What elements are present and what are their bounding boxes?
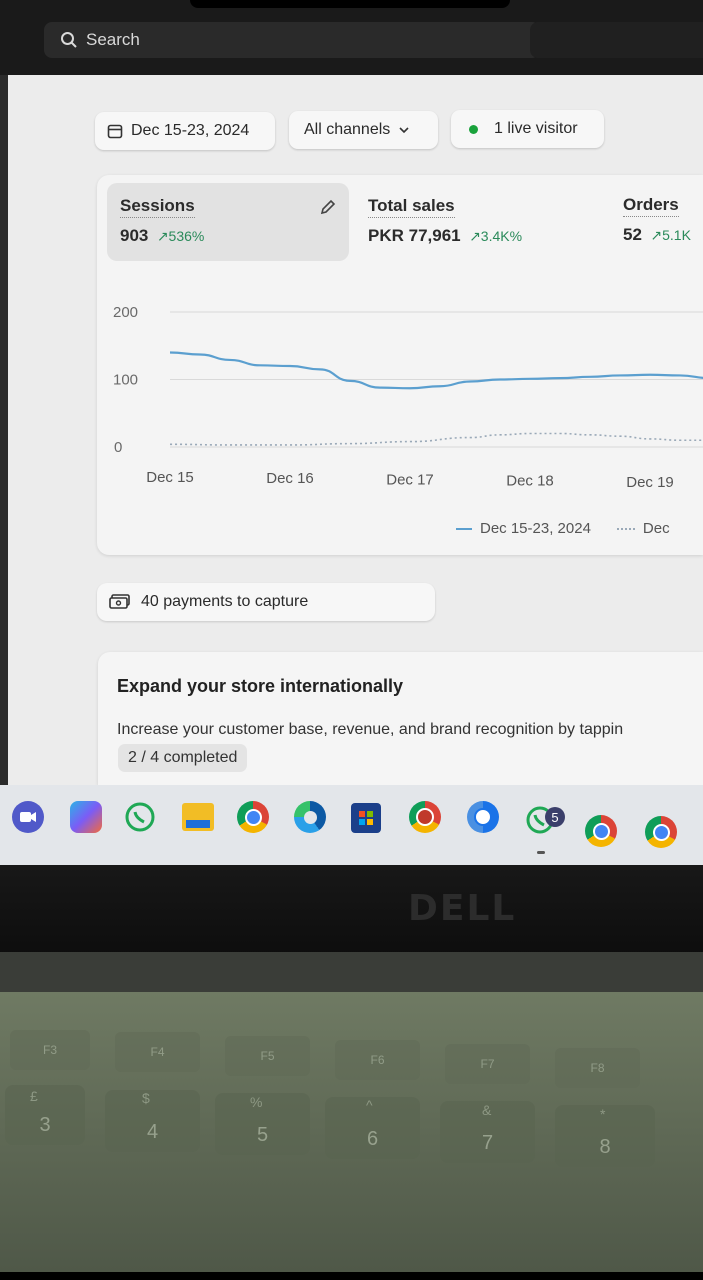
bottom-black-bar: [0, 1272, 703, 1280]
live-indicator-dot: [469, 124, 478, 134]
cash-icon: [109, 594, 130, 609]
sessions-chart: 200 100 0 Dec 15 Dec 16 Dec 17 Dec 18 Dec 19: [113, 304, 703, 491]
f6-key: F6: [335, 1040, 420, 1080]
x-tick-label: Dec 17: [386, 471, 434, 488]
setup-card-title: Expand your store internationally: [117, 676, 404, 696]
legend-solid-swatch: [456, 527, 472, 530]
search-input[interactable]: Search: [44, 22, 540, 58]
x-tick-label: Dec 18: [506, 473, 554, 490]
metric-orders[interactable]: Orders 52 ↗5.1K: [623, 195, 703, 245]
legend-current-label: Dec 15-23, 2024: [480, 520, 591, 537]
chart-legend: Dec 15-23, 2024 Dec: [456, 520, 670, 537]
comparison-series-line: [169, 432, 703, 446]
laptop-bezel: [0, 865, 703, 955]
edge-icon[interactable]: [294, 801, 326, 833]
chrome-profile-icon[interactable]: [409, 801, 441, 833]
metric-label: Orders: [623, 195, 679, 217]
metric-total-sales[interactable]: Total sales PKR 77,961 ↗3.4K%: [368, 196, 522, 246]
key-7-symbol: &: [482, 1102, 492, 1118]
key-4-label: 4: [146, 1121, 159, 1143]
y-tick-label: 0: [114, 439, 122, 456]
channels-label: All channels: [304, 121, 391, 138]
chrome-icon[interactable]: [585, 815, 617, 847]
payments-to-capture-button[interactable]: 40 payments to capture: [97, 583, 435, 621]
chevron-down-icon: [399, 127, 409, 134]
key-5-label: 5: [256, 1124, 269, 1146]
key-3: 3: [5, 1085, 85, 1145]
x-tick-label: Dec 16: [266, 470, 314, 487]
metric-delta: ↗5.1K: [650, 227, 691, 243]
teams-icon[interactable]: [12, 801, 44, 833]
live-visitor-label: 1 live visitor: [494, 120, 578, 137]
channels-dropdown[interactable]: All channels: [289, 111, 438, 149]
legend-previous-label: Dec: [642, 520, 670, 537]
f4-key: F4: [115, 1032, 200, 1072]
key-5: 5: [215, 1093, 310, 1155]
progress-badge: 2 / 4 completed: [118, 744, 248, 772]
whatsapp-icon[interactable]: [124, 801, 156, 833]
search-placeholder: Search: [86, 30, 140, 49]
f8-key: F8: [555, 1048, 640, 1088]
legend-dotted-swatch: [616, 527, 635, 530]
chrome-profile-icon[interactable]: [467, 801, 499, 833]
key-7-label: 7: [481, 1132, 494, 1154]
date-range-picker[interactable]: Dec 15-23, 2024: [95, 112, 275, 150]
metric-sessions[interactable]: Sessions 903 ↗536%: [120, 196, 204, 246]
key-6-label: 6: [366, 1128, 379, 1150]
laptop-hinge: [0, 952, 703, 992]
setup-card-description: Increase your customer base, revenue, an…: [117, 721, 624, 738]
f3-key: F3: [10, 1030, 90, 1070]
key-4-symbol: $: [142, 1090, 150, 1106]
file-explorer-icon[interactable]: [182, 803, 214, 831]
key-5-symbol: %: [250, 1094, 263, 1110]
key-8-symbol: *: [600, 1106, 606, 1122]
camera-notch: [190, 0, 510, 8]
y-tick-label: 100: [113, 372, 138, 389]
x-tick-label: Dec 19: [626, 474, 674, 491]
top-bar-right-area: [530, 22, 703, 58]
metric-value: 903: [120, 226, 149, 245]
search-icon: [61, 32, 77, 48]
video-icon: [20, 812, 36, 822]
y-tick-label: 200: [113, 304, 138, 321]
metric-label: Total sales: [368, 196, 455, 218]
dell-logo: DELL: [408, 888, 517, 929]
key-3-symbol: £: [30, 1088, 38, 1104]
calendar-icon: [107, 124, 123, 139]
metric-value: PKR 77,961: [368, 226, 461, 245]
microsoft-store-icon[interactable]: [351, 803, 381, 833]
x-tick-label: Dec 15: [146, 469, 194, 486]
f7-key: F7: [445, 1044, 530, 1084]
notification-count-badge: 5: [545, 807, 565, 827]
payments-label: 40 payments to capture: [141, 593, 309, 610]
chrome-icon[interactable]: [645, 816, 677, 848]
metric-value: 52: [623, 225, 642, 244]
screen-edge: [0, 75, 8, 785]
key-3-label: 3: [39, 1114, 51, 1136]
sessions-series-line: [169, 351, 703, 390]
live-visitor-button[interactable]: 1 live visitor: [451, 110, 604, 148]
copilot-icon[interactable]: [70, 801, 102, 833]
metric-label: Sessions: [120, 196, 195, 218]
edit-pencil-icon[interactable]: [318, 197, 338, 217]
key-8-label: 8: [599, 1136, 611, 1158]
key-6-symbol: ^: [366, 1097, 373, 1113]
date-range-label: Dec 15-23, 2024: [131, 122, 250, 139]
chrome-icon[interactable]: [237, 801, 269, 833]
key-4: 4: [105, 1090, 200, 1152]
metric-delta: ↗536%: [156, 228, 205, 244]
active-app-indicator: [537, 851, 545, 854]
metric-delta: ↗3.4K%: [469, 228, 523, 244]
f5-key: F5: [225, 1036, 310, 1076]
